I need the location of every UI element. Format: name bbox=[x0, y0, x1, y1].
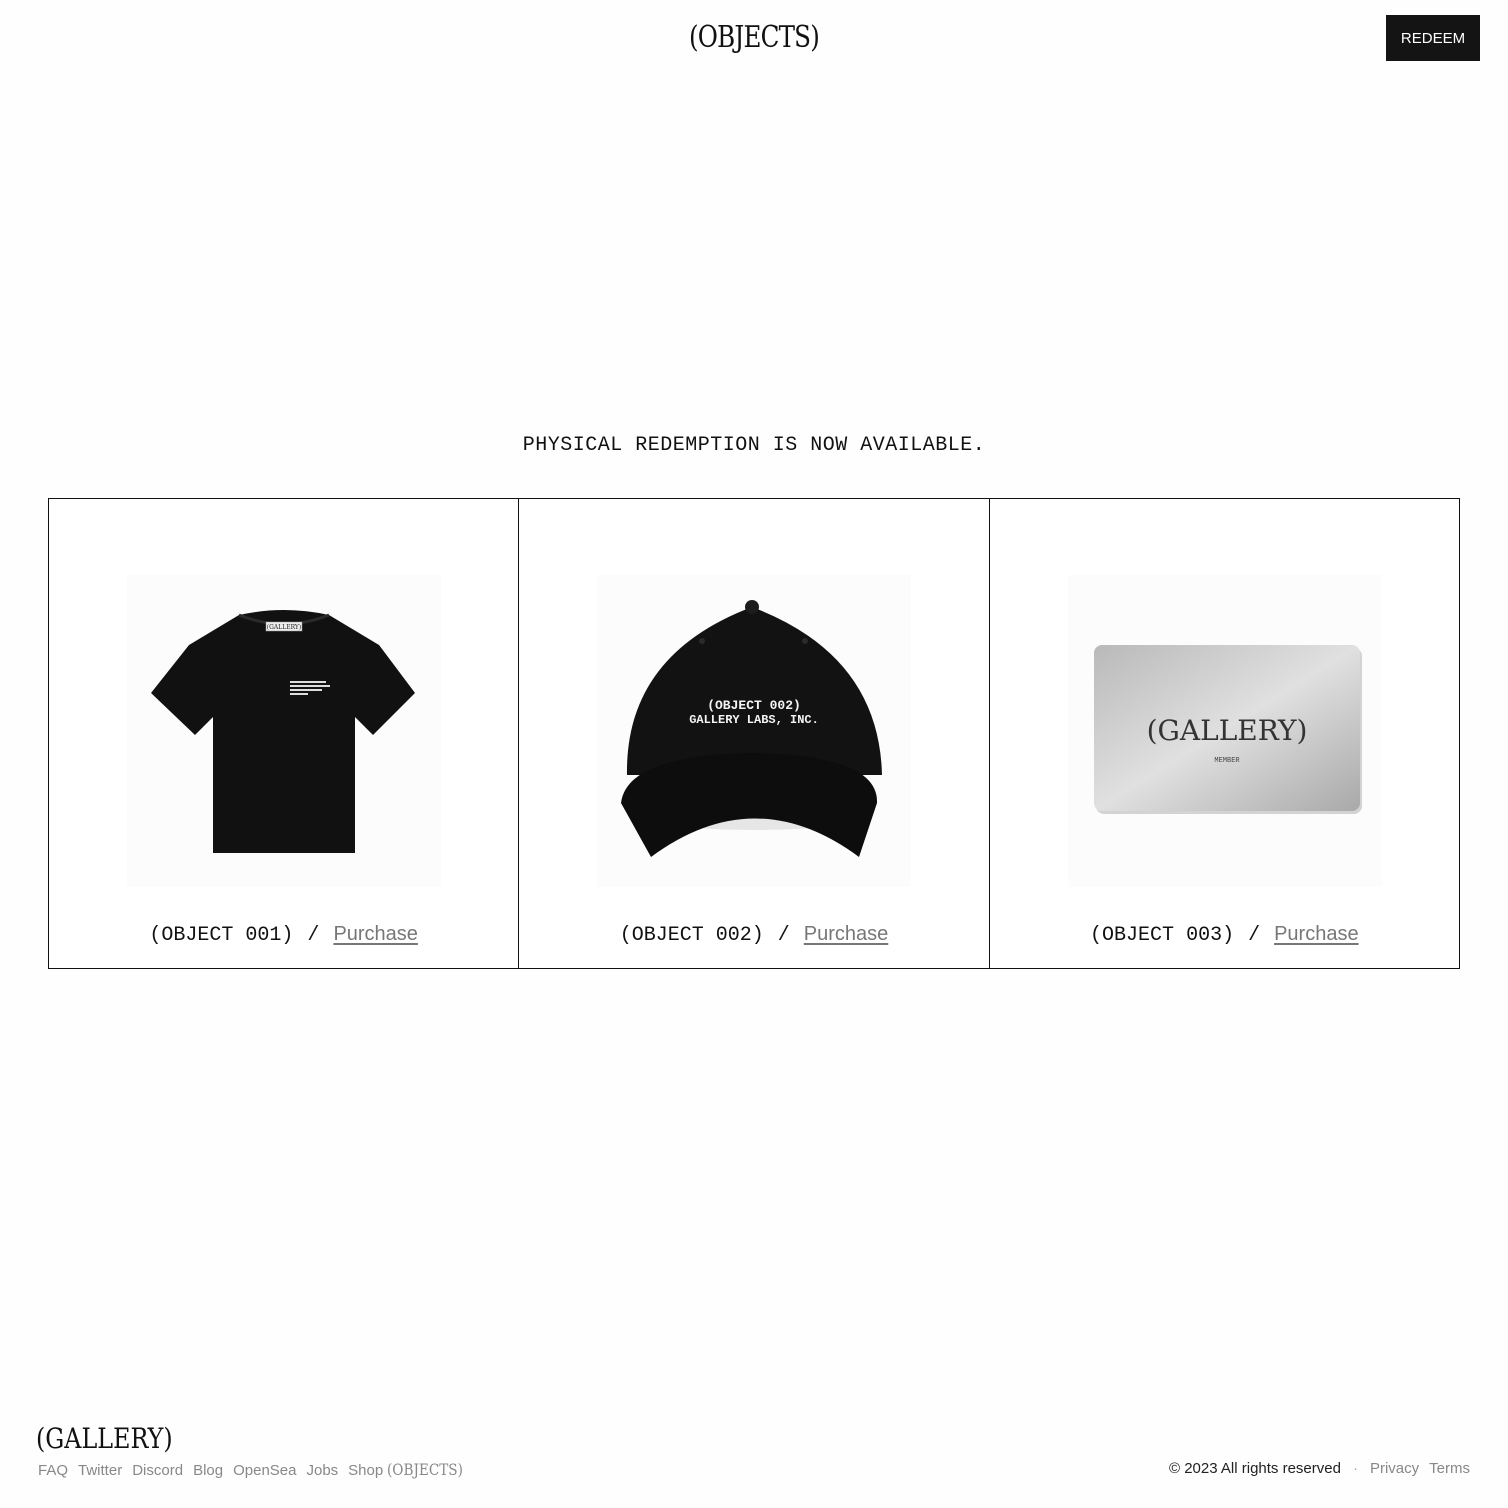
product-card-001: (GALLERY) (OBJECT 001) / Purchase bbox=[49, 499, 520, 968]
object-label: (OBJECT 002) bbox=[619, 924, 764, 947]
product-card-003: (GALLERY) MEMBER (OBJECT 003) / Purchase bbox=[990, 499, 1459, 968]
footer-link-blog[interactable]: Blog bbox=[193, 1462, 223, 1479]
caption-separator: / bbox=[307, 924, 320, 947]
terms-link[interactable]: Terms bbox=[1429, 1460, 1470, 1477]
announcement-text: PHYSICAL REDEMPTION IS NOW AVAILABLE. bbox=[522, 434, 986, 457]
caption-separator: / bbox=[777, 924, 790, 947]
card-image[interactable]: (GALLERY) MEMBER bbox=[1067, 575, 1382, 887]
card-member-text: MEMBER bbox=[1214, 757, 1240, 765]
object-label: (OBJECT 003) bbox=[1090, 924, 1235, 947]
cap-graphic: (OBJECT 002) GALLERY LABS, INC. bbox=[621, 600, 883, 857]
purchase-link-001[interactable]: Purchase bbox=[333, 923, 418, 945]
footer-nav: FAQ Twitter Discord Blog OpenSea Jobs Sh… bbox=[38, 1460, 477, 1479]
footer-link-faq[interactable]: FAQ bbox=[38, 1462, 68, 1479]
purchase-link-002[interactable]: Purchase bbox=[804, 923, 889, 945]
footer-link-opensea[interactable]: OpenSea bbox=[233, 1462, 296, 1479]
cap-print-line1: (OBJECT 002) bbox=[708, 698, 802, 713]
product-caption-001: (OBJECT 001) / Purchase bbox=[49, 923, 518, 947]
copyright-text: © 2023 All rights reserved bbox=[1168, 1460, 1341, 1477]
tshirt-graphic: (GALLERY) bbox=[151, 610, 415, 853]
redeem-button[interactable]: REDEEM bbox=[1386, 15, 1480, 61]
product-caption-002: (OBJECT 002) / Purchase bbox=[519, 923, 988, 947]
object-label: (OBJECT 001) bbox=[149, 924, 294, 947]
footer-dot-separator: · bbox=[1352, 1460, 1358, 1477]
membership-card-graphic: (GALLERY) MEMBER bbox=[1093, 645, 1362, 814]
caption-separator: / bbox=[1248, 924, 1261, 947]
tshirt-tag-text: (GALLERY) bbox=[267, 624, 301, 631]
footer-link-discord[interactable]: Discord bbox=[132, 1462, 183, 1479]
card-brand-text: (GALLERY) bbox=[1146, 714, 1307, 747]
product-caption-003: (OBJECT 003) / Purchase bbox=[990, 923, 1459, 947]
header-logo[interactable]: (OBJECTS) bbox=[136, 18, 1373, 58]
cap-image[interactable]: (OBJECT 002) GALLERY LABS, INC. bbox=[597, 575, 912, 887]
footer-logo[interactable]: (GALLERY) bbox=[36, 1422, 173, 1456]
footer-shop-brand: (OBJECTS) bbox=[387, 1460, 464, 1479]
footer-link-twitter[interactable]: Twitter bbox=[78, 1462, 122, 1479]
product-card-002: (OBJECT 002) GALLERY LABS, INC. (OBJECT … bbox=[519, 499, 990, 968]
cap-print-line2: GALLERY LABS, INC. bbox=[690, 713, 820, 727]
footer-link-shop[interactable]: Shop (OBJECTS) bbox=[348, 1460, 476, 1479]
page: (OBJECTS) REDEEM PHYSICAL REDEMPTION IS … bbox=[0, 0, 1508, 1508]
footer-shop-label: Shop bbox=[348, 1462, 384, 1479]
purchase-link-003[interactable]: Purchase bbox=[1274, 923, 1359, 945]
product-grid: (GALLERY) (OBJECT 001) / Purchase (OBJEC… bbox=[48, 498, 1460, 969]
footer-link-jobs[interactable]: Jobs bbox=[306, 1462, 338, 1479]
footer-legal: © 2023 All rights reserved · Privacy Ter… bbox=[1169, 1460, 1470, 1477]
privacy-link[interactable]: Privacy bbox=[1370, 1460, 1419, 1477]
tshirt-image[interactable]: (GALLERY) bbox=[127, 575, 441, 887]
